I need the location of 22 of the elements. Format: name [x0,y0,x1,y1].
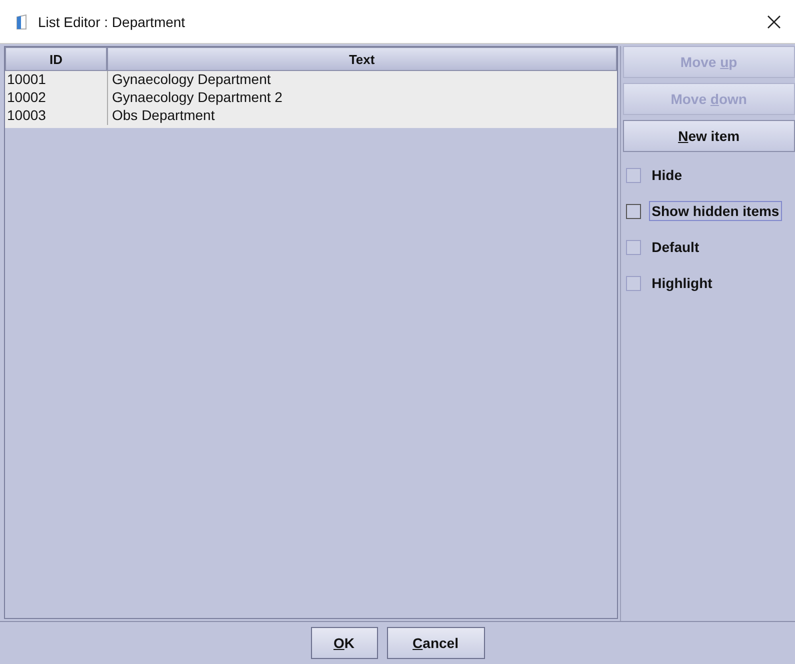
checkbox-label[interactable]: Default [648,237,702,257]
table-cell-text: 10002 [6,89,47,107]
column-header[interactable]: Text [107,47,617,71]
checkbox-label[interactable]: Show hidden items [648,201,782,221]
dialog-button[interactable]: OK [310,627,378,659]
close-icon[interactable] [767,14,781,28]
checkbox[interactable] [626,168,641,182]
table-cell-text: 10001 [6,71,47,89]
checkbox-label[interactable]: Highlight [648,273,716,293]
checkbox[interactable] [626,204,641,218]
app-icon [16,14,28,30]
table-cell-text: 10003 [6,107,47,125]
checkbox[interactable] [626,240,641,254]
side-button[interactable]: New item [622,120,795,152]
dialog-button[interactable]: Cancel [386,627,484,659]
window-title: List Editor : Department [38,14,186,30]
table-cell: Obs Department [107,107,617,125]
table-cell: Gynaecology Department 2 [107,89,617,107]
checkbox[interactable] [626,276,641,290]
checkbox-label[interactable]: Hide [648,165,685,185]
table-cell: Gynaecology Department [107,71,617,89]
column-header[interactable]: ID [5,47,107,71]
